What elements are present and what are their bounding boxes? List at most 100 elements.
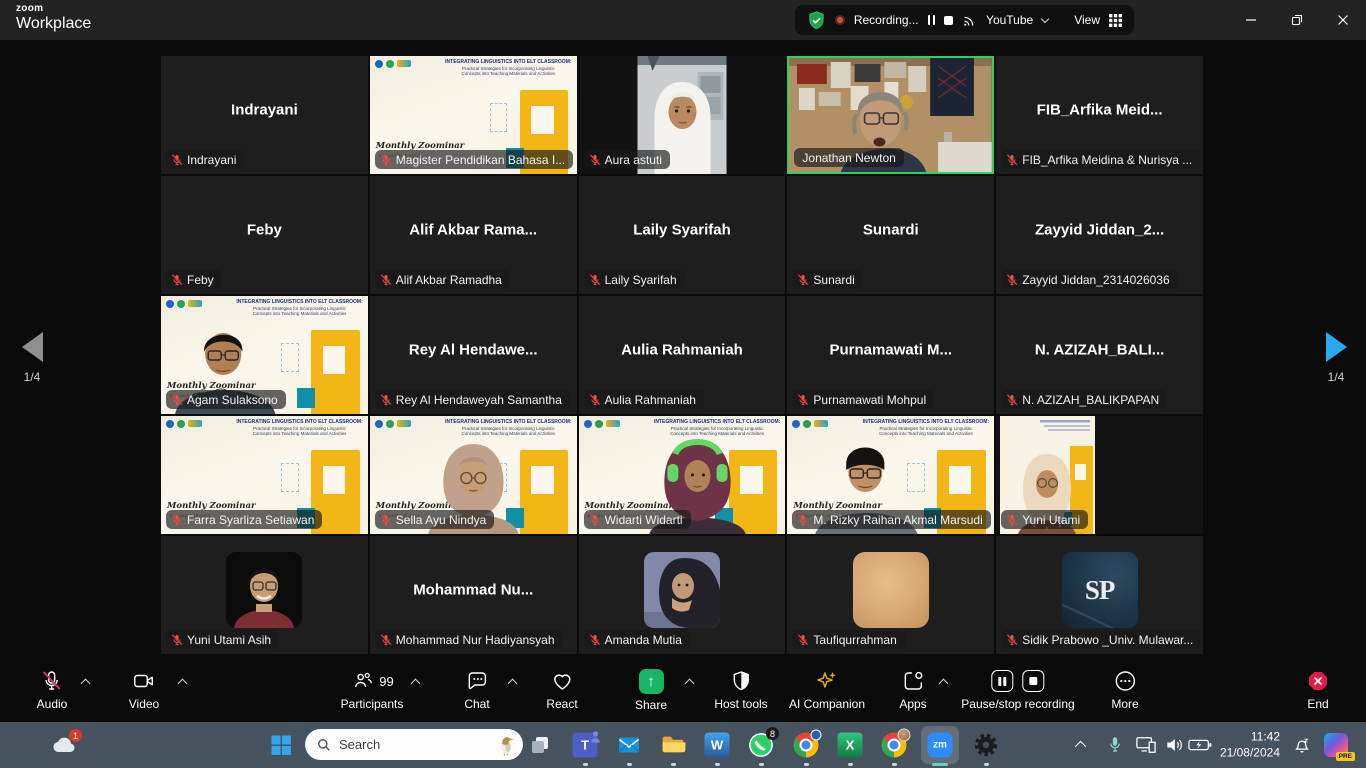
share-options-chevron[interactable] <box>685 679 695 689</box>
end-meeting-button[interactable]: End <box>1306 669 1330 711</box>
mail-icon[interactable] <box>617 733 641 757</box>
minimize-button[interactable] <box>1228 0 1274 40</box>
whatsapp-icon[interactable]: 8 <box>748 732 774 758</box>
participant-tile[interactable]: Alif Akbar Rama... Alif Akbar Ramadha <box>370 176 577 294</box>
muted-mic-icon <box>1006 154 1018 166</box>
notification-bell-icon[interactable] <box>1292 735 1312 755</box>
word-icon[interactable]: W <box>705 733 730 758</box>
participant-tile[interactable]: Aulia Rahmaniah Aulia Rahmaniah <box>579 296 786 414</box>
onedrive-icon[interactable]: 1 <box>48 735 76 755</box>
participant-tile[interactable]: FIB_Arfika Meid... FIB_Arfika Meidina & … <box>996 56 1203 174</box>
participant-name-label: Magister Pendidikan Bahasa I... <box>375 150 573 169</box>
hidden-icons-chevron[interactable] <box>1078 741 1086 749</box>
copilot-icon[interactable]: PRE <box>1324 733 1348 757</box>
task-view-icon[interactable] <box>529 734 551 756</box>
participant-tile[interactable]: Yuni Utami <box>996 416 1203 534</box>
stop-recording-icon[interactable] <box>1023 670 1045 692</box>
next-page-arrow-icon[interactable] <box>1326 332 1347 362</box>
participant-tile[interactable]: Laily Syarifah Laily Syarifah <box>579 176 786 294</box>
excel-icon[interactable]: X <box>838 733 863 758</box>
previous-page-button[interactable]: 1/4 <box>8 332 56 384</box>
share-button[interactable]: ↑ Share <box>635 669 667 712</box>
running-indicator <box>984 763 989 766</box>
participant-tile[interactable]: Feby Feby <box>161 176 368 294</box>
participant-tile[interactable]: N. AZIZAH_BALI... N. AZIZAH_BALIKPAPAN <box>996 296 1203 414</box>
search-highlight-bird-icon[interactable] <box>497 734 515 756</box>
participant-tile[interactable]: Purnamawati M... Purnamawati Mohpul <box>787 296 994 414</box>
battery-icon[interactable] <box>1188 738 1212 752</box>
close-button[interactable] <box>1320 0 1366 40</box>
participant-tile[interactable]: Amanda Mutia <box>579 536 786 654</box>
zoom-app-icon[interactable]: zm <box>928 733 953 758</box>
participant-tile[interactable]: Rey Al Hendawe... Rey Al Hendaweyah Sama… <box>370 296 577 414</box>
chrome-icon[interactable] <box>794 733 819 758</box>
host-tools-button[interactable]: Host tools <box>714 669 767 711</box>
previous-page-arrow-icon[interactable] <box>22 332 43 362</box>
pause-stop-recording-button[interactable]: Pause/stop recording <box>961 669 1074 711</box>
muted-mic-icon <box>380 394 392 406</box>
page-indicator: 1/4 <box>1312 370 1360 384</box>
participant-tile[interactable]: Aura astuti <box>579 56 786 174</box>
apps-button[interactable]: Apps <box>899 669 926 711</box>
live-stream-icon <box>962 13 977 28</box>
ai-companion-button[interactable]: AI Companion <box>789 669 865 711</box>
teams-icon[interactable]: T <box>573 733 598 758</box>
participant-tile[interactable]: Yuni Utami Asih <box>161 536 368 654</box>
participant-tile[interactable]: SP Sidik Prabowo _Univ. Mulawar... <box>996 536 1203 654</box>
participant-tile[interactable]: INTEGRATING LINGUISTICS INTO ELT CLASSRO… <box>370 416 577 534</box>
chat-options-chevron[interactable] <box>508 679 518 689</box>
file-explorer-icon[interactable] <box>661 733 686 758</box>
pause-recording-icon[interactable] <box>992 670 1014 692</box>
zoom-running-indicator <box>932 763 948 766</box>
copilot-preview-badge: PRE <box>1336 752 1355 761</box>
participant-tile[interactable]: INTEGRATING LINGUISTICS INTO ELT CLASSRO… <box>161 296 368 414</box>
video-button[interactable]: Video <box>129 669 159 711</box>
recording-dot-icon <box>835 15 845 25</box>
apps-options-chevron[interactable] <box>939 679 949 689</box>
muted-mic-icon <box>589 274 601 286</box>
participants-options-chevron[interactable] <box>411 679 421 689</box>
participant-tile-active-speaker[interactable]: Jonathan Newton <box>787 56 994 174</box>
youtube-chevron-down-icon[interactable] <box>1041 14 1049 22</box>
volume-icon[interactable] <box>1164 735 1184 755</box>
encryption-shield-icon[interactable] <box>807 11 826 30</box>
view-grid-icon[interactable] <box>1109 14 1122 27</box>
settings-gear-icon[interactable] <box>973 732 999 758</box>
participant-tile[interactable]: Taufiqurrahman <box>787 536 994 654</box>
meeting-toolbar: Audio Video 99 Participants Chat React ↑ <box>0 660 1366 722</box>
participant-tile[interactable]: Mohammad Nu... Mohammad Nur Hadiyansyah <box>370 536 577 654</box>
audio-button[interactable]: Audio <box>37 669 68 711</box>
search-placeholder: Search <box>339 737 489 752</box>
participant-tile[interactable]: INTEGRATING LINGUISTICS INTO ELT CLASSRO… <box>579 416 786 534</box>
tray-microphone-icon[interactable] <box>1107 735 1124 755</box>
more-button[interactable]: More <box>1111 669 1138 711</box>
avatar-photo-illustration <box>226 552 302 628</box>
pause-recording-icon[interactable] <box>928 15 936 25</box>
muted-mic-icon <box>589 634 601 646</box>
view-button-label[interactable]: View <box>1074 13 1100 27</box>
start-button[interactable] <box>269 733 293 757</box>
running-indicator <box>892 763 897 766</box>
participant-tile[interactable]: INTEGRATING LINGUISTICS INTO ELT CLASSRO… <box>370 56 577 174</box>
react-button[interactable]: React <box>546 669 577 711</box>
participant-tile[interactable]: Sunardi Sunardi <box>787 176 994 294</box>
participants-count: 99 <box>379 674 393 689</box>
chrome-profile2-icon[interactable] <box>882 733 907 758</box>
muted-mic-toolbar-icon <box>40 669 64 693</box>
taskbar-clock[interactable]: 11:42 21/08/2024 <box>1220 729 1280 760</box>
audio-options-chevron[interactable] <box>81 679 91 689</box>
participant-tile[interactable]: Indrayani Indrayani <box>161 56 368 174</box>
participant-tile[interactable]: INTEGRATING LINGUISTICS INTO ELT CLASSRO… <box>787 416 994 534</box>
youtube-live-label[interactable]: YouTube <box>986 13 1033 27</box>
participant-tile[interactable]: INTEGRATING LINGUISTICS INTO ELT CLASSRO… <box>161 416 368 534</box>
next-page-button[interactable]: 1/4 <box>1312 332 1360 384</box>
video-options-chevron[interactable] <box>178 679 188 689</box>
chat-button[interactable]: Chat <box>464 669 489 711</box>
participant-tile[interactable]: Zayyid Jiddan_2... Zayyid Jiddan_2314026… <box>996 176 1203 294</box>
restore-button[interactable] <box>1274 0 1320 40</box>
participants-button[interactable]: 99 Participants <box>341 669 404 711</box>
muted-mic-icon <box>380 634 392 646</box>
cast-display-icon[interactable] <box>1135 735 1158 755</box>
taskbar-search-box[interactable]: Search <box>305 729 523 760</box>
stop-recording-icon[interactable] <box>944 16 953 25</box>
